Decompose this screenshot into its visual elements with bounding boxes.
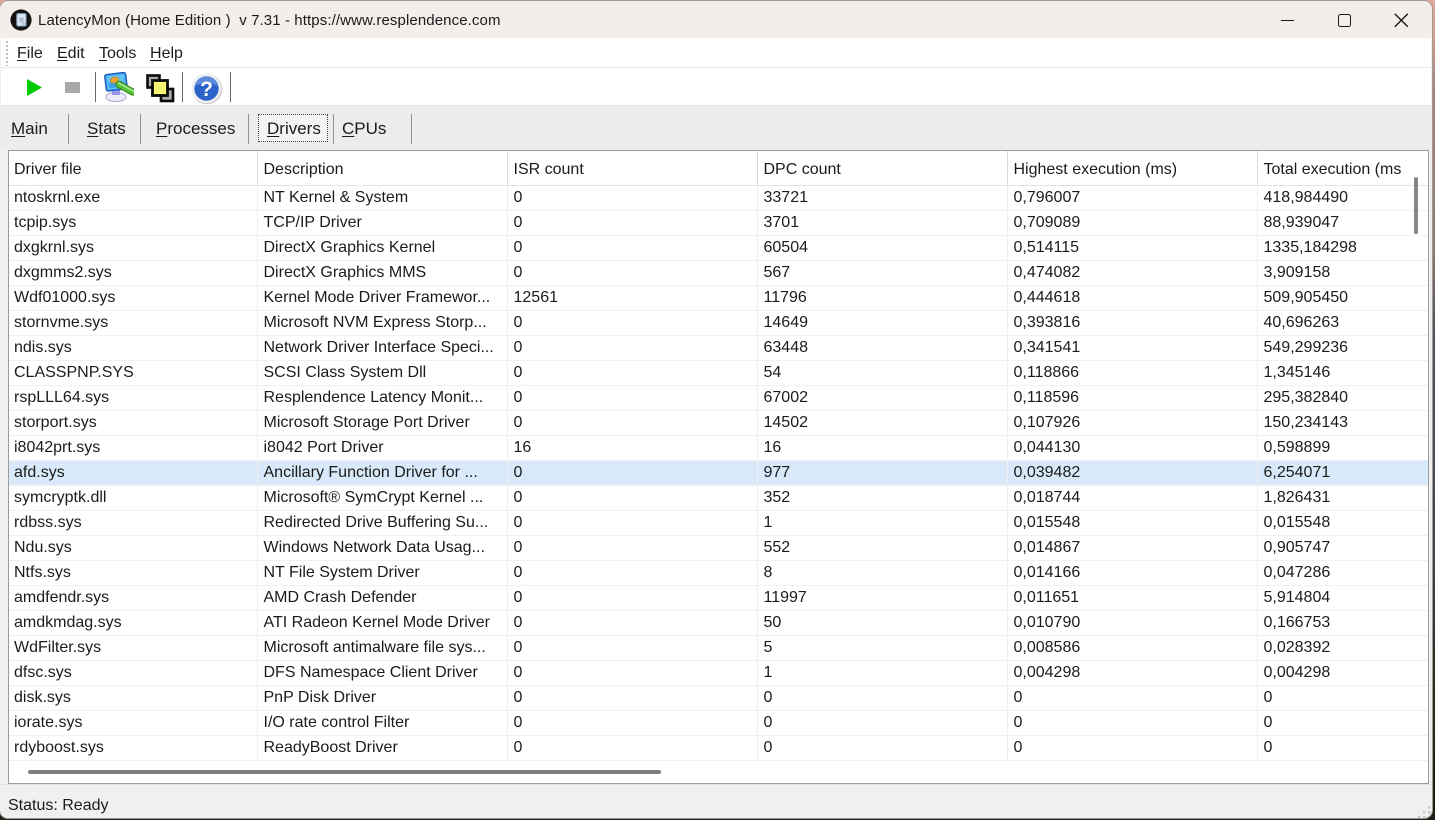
svg-text:?: ?	[200, 78, 213, 101]
